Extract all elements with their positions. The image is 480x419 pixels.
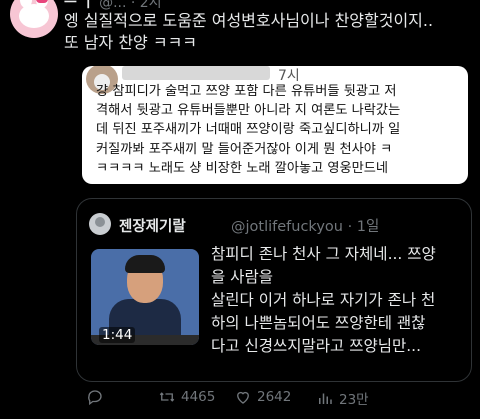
like-count: 2642: [257, 389, 292, 405]
embedded-post[interactable]: 젠장제기랄 @jotlifefuckyou · 1일 1:44 참피디 존나 천…: [76, 198, 472, 382]
author-avatar[interactable]: [10, 0, 58, 38]
reply-button[interactable]: [86, 388, 104, 406]
post-text: 엥 실질적으로 도움준 여성변호사님이나 찬양할것이지.. 또 남자 찬양 ㅋㅋ…: [64, 11, 434, 52]
quoted-text: 걍 참피디가 술먹고 쯔양 포함 다른 유튜버들 뒷광고 저 격해서 뒷광고 유…: [96, 84, 401, 176]
views-count: 23만: [339, 392, 369, 408]
avatar-face: [19, 4, 49, 28]
embedded-post-text: 참피디 존나 천사 그 자체네... 쯔양 을 사람을 살린다 이거 하나로 자…: [211, 245, 436, 355]
embedded-avatar[interactable]: [89, 213, 111, 235]
views-icon: [319, 393, 332, 404]
quoted-screenshot-image[interactable]: 7시 걍 참피디가 술먹고 쯔양 포함 다른 유튜버들 뒷광고 저 격해서 뒷광…: [82, 66, 468, 184]
blurred-username: [122, 66, 270, 80]
retweet-button[interactable]: 4465: [158, 388, 215, 406]
action-bar: 4465 2642 23만: [76, 388, 470, 408]
reply-icon: [88, 390, 102, 406]
video-duration: 1:44: [99, 327, 136, 343]
embedded-author-name[interactable]: 젠장제기랄: [119, 215, 186, 236]
retweet-icon: [159, 392, 175, 402]
embedded-author-handle: @jotlifefuckyou · 1일: [231, 219, 380, 235]
views-button[interactable]: 23만: [316, 388, 369, 408]
thumbnail-person-hair: [125, 255, 165, 273]
retweet-count: 4465: [181, 389, 216, 405]
like-button[interactable]: 2642: [234, 388, 291, 406]
heart-icon: [237, 391, 249, 404]
